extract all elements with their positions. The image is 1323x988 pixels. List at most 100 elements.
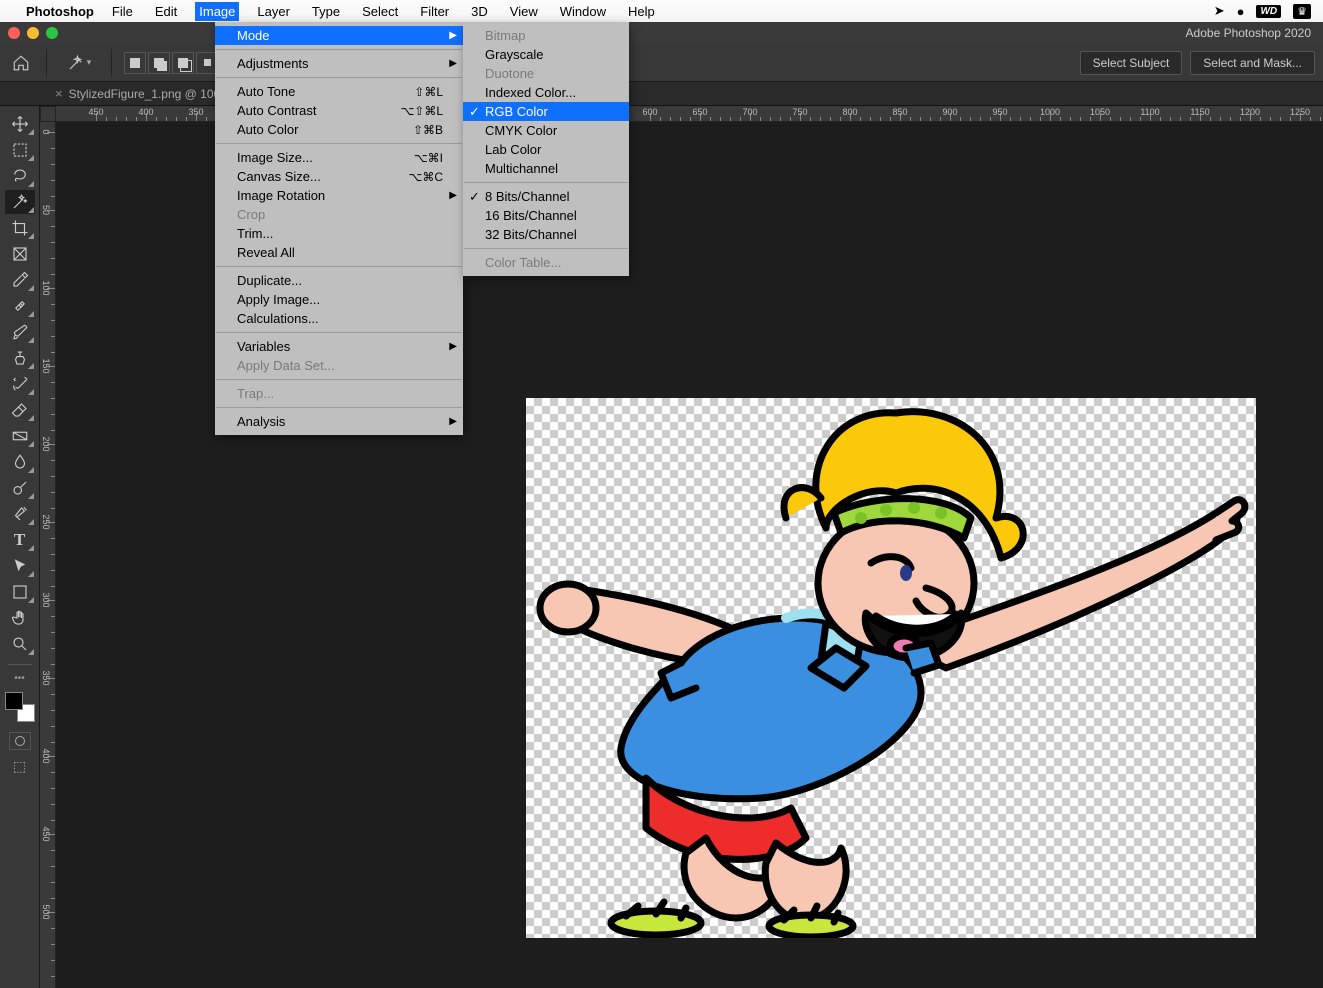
menu-view[interactable]: View xyxy=(506,2,542,21)
image-menu-item-apply-image-[interactable]: Apply Image... xyxy=(215,290,463,309)
menu-edit[interactable]: Edit xyxy=(151,2,181,21)
tool-gradient[interactable] xyxy=(5,424,35,448)
ruler-vertical[interactable]: 050100150200250300350400450500 xyxy=(40,122,56,988)
image-menu-separator xyxy=(216,379,462,380)
tool-dodge[interactable] xyxy=(5,476,35,500)
tool-history-brush[interactable] xyxy=(5,372,35,396)
shortcut-label: ⌥⇧⌘L xyxy=(400,104,443,118)
menu-help[interactable]: Help xyxy=(624,2,659,21)
image-menu-item-variables[interactable]: Variables▶ xyxy=(215,337,463,356)
ruler-h-label: 1100 xyxy=(1140,107,1159,117)
tool-lasso[interactable] xyxy=(5,164,35,188)
document-canvas[interactable] xyxy=(526,398,1256,938)
shortcut-label: ⇧⌘B xyxy=(413,123,443,137)
home-button[interactable] xyxy=(8,50,34,76)
tool-pen[interactable] xyxy=(5,502,35,526)
image-menu-item-mode[interactable]: Mode▶ xyxy=(215,26,463,45)
image-menu-item-duplicate-[interactable]: Duplicate... xyxy=(215,271,463,290)
tool-path-select[interactable] xyxy=(5,554,35,578)
screen-mode-button[interactable]: ⬚ xyxy=(13,758,26,775)
mode-menu-item-16-bits-channel[interactable]: 16 Bits/Channel xyxy=(463,206,629,225)
ruler-origin[interactable] xyxy=(40,106,56,122)
window-close-button[interactable] xyxy=(8,27,20,39)
tool-healing[interactable] xyxy=(5,294,35,318)
edit-toolbar-button[interactable]: ••• xyxy=(14,673,25,684)
tool-blur[interactable] xyxy=(5,450,35,474)
tool-marquee[interactable] xyxy=(5,138,35,162)
image-menu-item-adjustments[interactable]: Adjustments▶ xyxy=(215,54,463,73)
tool-crop[interactable] xyxy=(5,216,35,240)
mode-menu-item-cmyk-color[interactable]: CMYK Color xyxy=(463,121,629,140)
options-bar: ▾ Select Subject Select and Mask... xyxy=(0,44,1323,82)
mode-menu-item-lab-color[interactable]: Lab Color xyxy=(463,140,629,159)
selection-add-button[interactable] xyxy=(148,52,170,74)
image-menu-item-canvas-size-[interactable]: Canvas Size...⌥⌘C xyxy=(215,167,463,186)
window-minimize-button[interactable] xyxy=(27,27,39,39)
select-and-mask-button[interactable]: Select and Mask... xyxy=(1190,51,1315,75)
status-dot-icon[interactable]: ● xyxy=(1237,4,1245,19)
image-menu-item-analysis[interactable]: Analysis▶ xyxy=(215,412,463,431)
mode-menu-item-indexed-color-[interactable]: Indexed Color... xyxy=(463,83,629,102)
tool-zoom[interactable] xyxy=(5,632,35,656)
shortcut-label: ⌥⌘I xyxy=(414,151,443,165)
location-icon[interactable]: ➤ xyxy=(1214,3,1225,19)
image-menu-item-image-size-[interactable]: Image Size...⌥⌘I xyxy=(215,148,463,167)
divider xyxy=(46,49,47,77)
mode-menu-item-multichannel[interactable]: Multichannel xyxy=(463,159,629,178)
tool-eraser[interactable] xyxy=(5,398,35,422)
image-menu-item-reveal-all[interactable]: Reveal All xyxy=(215,243,463,262)
selection-subtract-button[interactable] xyxy=(172,52,194,74)
tool-move[interactable] xyxy=(5,112,35,136)
tool-eyedropper[interactable] xyxy=(5,268,35,292)
mode-menu-item-grayscale[interactable]: Grayscale xyxy=(463,45,629,64)
image-menu-item-auto-contrast[interactable]: Auto Contrast⌥⇧⌘L xyxy=(215,101,463,120)
menu-type[interactable]: Type xyxy=(308,2,344,21)
image-menu-item-auto-color[interactable]: Auto Color⇧⌘B xyxy=(215,120,463,139)
tool-magic-wand[interactable] xyxy=(5,190,35,214)
image-menu-separator xyxy=(216,49,462,50)
current-tool-icon[interactable]: ▾ xyxy=(59,50,99,76)
menu-file[interactable]: File xyxy=(108,2,137,21)
menu-image[interactable]: Image xyxy=(195,2,239,21)
color-swatches[interactable] xyxy=(5,692,35,722)
ruler-h-label: 850 xyxy=(892,107,907,117)
mode-menu-item-rgb-color[interactable]: ✓RGB Color xyxy=(463,102,629,121)
tool-type[interactable]: T xyxy=(5,528,35,552)
tool-hand[interactable] xyxy=(5,606,35,630)
wd-badge[interactable]: WD xyxy=(1256,5,1281,18)
ruler-v-label: 100 xyxy=(41,280,51,295)
image-menu-item-calculations-[interactable]: Calculations... xyxy=(215,309,463,328)
ruler-h-label: 600 xyxy=(642,107,657,117)
mac-menubar: Photoshop File Edit Image Layer Type Select Fi… xyxy=(0,0,1323,22)
select-subject-button[interactable]: Select Subject xyxy=(1080,51,1183,75)
tool-clone[interactable] xyxy=(5,346,35,370)
image-menu-item-label: Duplicate... xyxy=(237,273,302,288)
foreground-color-swatch[interactable] xyxy=(5,692,23,710)
close-tab-icon[interactable]: × xyxy=(55,86,63,101)
ruler-h-label: 1250 xyxy=(1290,107,1310,117)
mode-menu-item-label: Grayscale xyxy=(485,47,544,62)
document-tab[interactable]: × StylizedFigure_1.png @ 100 xyxy=(45,86,230,101)
menu-layer[interactable]: Layer xyxy=(253,2,294,21)
crown-icon[interactable]: ♛ xyxy=(1293,4,1311,19)
menu-filter[interactable]: Filter xyxy=(416,2,453,21)
app-name[interactable]: Photoshop xyxy=(26,4,94,19)
mode-menu-item-32-bits-channel[interactable]: 32 Bits/Channel xyxy=(463,225,629,244)
tool-frame[interactable] xyxy=(5,242,35,266)
document-tab-label: StylizedFigure_1.png @ 100 xyxy=(69,87,221,101)
document-image xyxy=(526,398,1256,938)
image-menu-item-trim-[interactable]: Trim... xyxy=(215,224,463,243)
quick-mask-button[interactable] xyxy=(9,732,31,750)
image-menu-item-label: Variables xyxy=(237,339,290,354)
menu-select[interactable]: Select xyxy=(358,2,402,21)
image-menu-item-image-rotation[interactable]: Image Rotation▶ xyxy=(215,186,463,205)
mode-menu-item-8-bits-channel[interactable]: ✓8 Bits/Channel xyxy=(463,187,629,206)
window-zoom-button[interactable] xyxy=(46,27,58,39)
mode-menu-item-label: CMYK Color xyxy=(485,123,557,138)
tool-brush[interactable] xyxy=(5,320,35,344)
menu-3d[interactable]: 3D xyxy=(467,2,492,21)
image-menu-item-auto-tone[interactable]: Auto Tone⇧⌘L xyxy=(215,82,463,101)
menu-window[interactable]: Window xyxy=(556,2,610,21)
tool-shape[interactable] xyxy=(5,580,35,604)
selection-new-button[interactable] xyxy=(124,52,146,74)
